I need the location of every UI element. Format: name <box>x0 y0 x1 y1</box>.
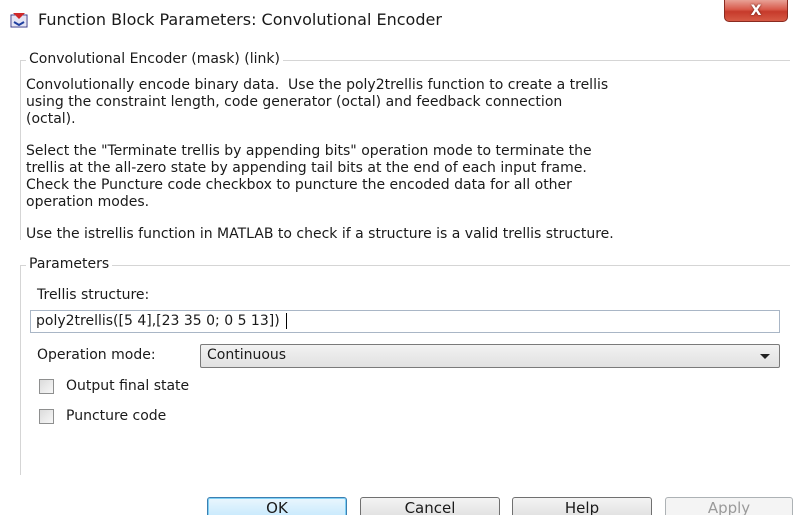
mask-groupbox-left <box>20 60 21 240</box>
apply-button[interactable]: Apply <box>665 497 793 515</box>
parameters-groupbox-left <box>20 265 21 475</box>
operation-mode-label: Operation mode: <box>37 347 156 363</box>
help-button[interactable]: Help <box>512 497 652 515</box>
description-paragraph-2: Select the "Terminate trellis by appendi… <box>26 143 592 210</box>
close-icon: X <box>750 2 762 19</box>
mask-header: Convolutional Encoder (mask) (link) <box>26 51 283 67</box>
dialog-window: Function Block Parameters: Convolutional… <box>0 0 798 515</box>
description-paragraph-1: Convolutionally encode binary data. Use … <box>26 77 609 127</box>
output-final-state-label[interactable]: Output final state <box>66 378 189 394</box>
trellis-structure-value: poly2trellis([5 4],[23 35 0; 0 5 13]) <box>36 313 280 329</box>
trellis-structure-label: Trellis structure: <box>37 287 150 303</box>
cancel-button[interactable]: Cancel <box>360 497 500 515</box>
chevron-down-icon <box>760 354 770 359</box>
parameters-groupbox-top <box>20 265 790 266</box>
operation-mode-select[interactable]: Continuous <box>200 344 780 368</box>
operation-mode-value: Continuous <box>207 347 287 363</box>
parameters-header: Parameters <box>26 256 113 272</box>
ok-button[interactable]: OK <box>207 497 347 515</box>
text-caret <box>285 313 287 329</box>
description-paragraph-3: Use the istrellis function in MATLAB to … <box>26 226 614 242</box>
close-button[interactable]: X <box>724 0 788 22</box>
simulink-block-icon <box>10 13 28 28</box>
title-bar[interactable]: Function Block Parameters: Convolutional… <box>0 0 798 40</box>
window-title: Function Block Parameters: Convolutional… <box>38 10 442 29</box>
output-final-state-checkbox[interactable] <box>39 379 54 394</box>
puncture-code-checkbox[interactable] <box>39 409 54 424</box>
trellis-structure-input[interactable]: poly2trellis([5 4],[23 35 0; 0 5 13]) <box>30 310 780 333</box>
puncture-code-label[interactable]: Puncture code <box>66 408 166 424</box>
